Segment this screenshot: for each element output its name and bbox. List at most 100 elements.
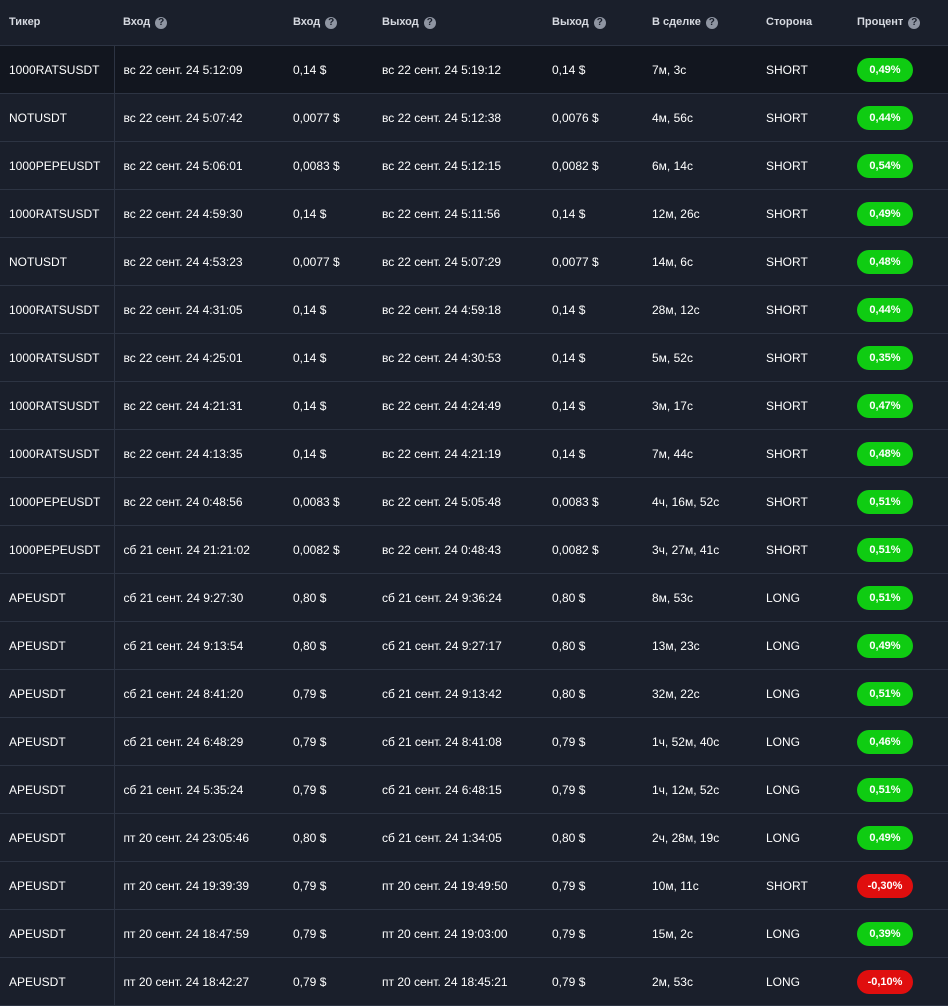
table-row[interactable]: APEUSDT пт 20 сент. 24 23:05:46 0,80 $ с… (0, 813, 948, 862)
entry-time-cell: вс 22 сент. 24 4:13:35 (114, 429, 284, 478)
entry-price-cell: 0,14 $ (284, 381, 373, 430)
table-row[interactable]: 1000RATSUSDT вс 22 сент. 24 4:25:01 0,14… (0, 333, 948, 382)
ticker-cell: NOTUSDT (0, 237, 115, 286)
side-cell: SHORT (757, 189, 848, 238)
duration-cell: 5м, 52с (643, 333, 757, 382)
percent-badge: -0,30% (857, 873, 913, 898)
table-row[interactable]: 1000RATSUSDT вс 22 сент. 24 4:13:35 0,14… (0, 429, 948, 478)
help-icon[interactable]: ? (908, 16, 921, 29)
entry-time-cell: вс 22 сент. 24 4:21:31 (114, 381, 284, 430)
entry-price-cell: 0,79 $ (284, 957, 373, 1006)
duration-cell: 2м, 53с (643, 957, 757, 1006)
help-icon[interactable]: ? (593, 16, 606, 29)
entry-price-cell: 0,79 $ (284, 669, 373, 718)
table-row[interactable]: APEUSDT сб 21 сент. 24 9:13:54 0,80 $ сб… (0, 621, 948, 670)
exit-price-cell: 0,0082 $ (543, 525, 643, 574)
table-row[interactable]: 1000RATSUSDT вс 22 сент. 24 4:31:05 0,14… (0, 285, 948, 334)
duration-cell: 2ч, 28м, 19с (643, 813, 757, 862)
side-cell: SHORT (757, 45, 848, 94)
entry-time-cell: вс 22 сент. 24 0:48:56 (114, 477, 284, 526)
table-row[interactable]: 1000PEPEUSDT вс 22 сент. 24 0:48:56 0,00… (0, 477, 948, 526)
duration-cell: 6м, 14с (643, 141, 757, 190)
table-row[interactable]: APEUSDT сб 21 сент. 24 8:41:20 0,79 $ сб… (0, 669, 948, 718)
entry-price-cell: 0,80 $ (284, 621, 373, 670)
exit-time-cell: сб 21 сент. 24 9:27:17 (373, 621, 543, 670)
column-header-percent-label: Процент (857, 16, 904, 29)
percent-cell: -0,10% (848, 957, 948, 1006)
exit-price-cell: 0,14 $ (543, 429, 643, 478)
percent-cell: 0,51% (848, 477, 948, 526)
percent-cell: 0,51% (848, 573, 948, 622)
help-icon[interactable]: ? (705, 16, 718, 29)
exit-price-cell: 0,14 $ (543, 189, 643, 238)
entry-price-cell: 0,0077 $ (284, 237, 373, 286)
help-icon[interactable]: ? (423, 16, 436, 29)
column-header-percent[interactable]: Процент? (848, 0, 948, 46)
column-header-side[interactable]: Сторона (757, 0, 848, 46)
ticker-cell: 1000PEPEUSDT (0, 525, 115, 574)
entry-time-cell: вс 22 сент. 24 5:07:42 (114, 93, 284, 142)
percent-cell: 0,49% (848, 621, 948, 670)
trades-table: Тикер Вход? Вход? Выход? Выход? В сделке… (0, 0, 948, 1006)
entry-time-cell: сб 21 сент. 24 8:41:20 (114, 669, 284, 718)
table-row[interactable]: 1000PEPEUSDT вс 22 сент. 24 5:06:01 0,00… (0, 141, 948, 190)
table-row[interactable]: NOTUSDT вс 22 сент. 24 4:53:23 0,0077 $ … (0, 237, 948, 286)
column-header-entry-time-label: Вход (123, 16, 151, 29)
table-row[interactable]: APEUSDT сб 21 сент. 24 9:27:30 0,80 $ сб… (0, 573, 948, 622)
table-row[interactable]: 1000RATSUSDT вс 22 сент. 24 4:21:31 0,14… (0, 381, 948, 430)
side-cell: SHORT (757, 477, 848, 526)
exit-price-cell: 0,79 $ (543, 909, 643, 958)
table-row[interactable]: 1000PEPEUSDT сб 21 сент. 24 21:21:02 0,0… (0, 525, 948, 574)
percent-badge: 0,51% (857, 777, 913, 802)
table-row[interactable]: APEUSDT сб 21 сент. 24 6:48:29 0,79 $ сб… (0, 717, 948, 766)
percent-badge: 0,47% (857, 393, 913, 418)
column-header-exit-time[interactable]: Выход? (373, 0, 543, 46)
duration-cell: 7м, 44с (643, 429, 757, 478)
exit-price-cell: 0,80 $ (543, 621, 643, 670)
percent-badge: 0,48% (857, 249, 913, 274)
column-header-ticker-label: Тикер (9, 16, 41, 29)
table-row[interactable]: 1000RATSUSDT вс 22 сент. 24 5:12:09 0,14… (0, 45, 948, 94)
percent-cell: 0,44% (848, 93, 948, 142)
percent-cell: 0,49% (848, 189, 948, 238)
exit-time-cell: пт 20 сент. 24 19:03:00 (373, 909, 543, 958)
side-cell: SHORT (757, 237, 848, 286)
entry-price-cell: 0,14 $ (284, 45, 373, 94)
entry-time-cell: вс 22 сент. 24 4:25:01 (114, 333, 284, 382)
entry-time-cell: вс 22 сент. 24 5:12:09 (114, 45, 284, 94)
column-header-entry-time[interactable]: Вход? (114, 0, 284, 46)
percent-badge: 0,51% (857, 681, 913, 706)
duration-cell: 12м, 26с (643, 189, 757, 238)
ticker-cell: 1000RATSUSDT (0, 333, 115, 382)
column-header-ticker[interactable]: Тикер (0, 0, 114, 46)
side-cell: SHORT (757, 333, 848, 382)
help-icon[interactable]: ? (325, 16, 338, 29)
table-row[interactable]: 1000RATSUSDT вс 22 сент. 24 4:59:30 0,14… (0, 189, 948, 238)
table-row[interactable]: APEUSDT пт 20 сент. 24 19:39:39 0,79 $ п… (0, 861, 948, 910)
entry-time-cell: сб 21 сент. 24 5:35:24 (114, 765, 284, 814)
entry-price-cell: 0,79 $ (284, 909, 373, 958)
column-header-exit-price[interactable]: Выход? (543, 0, 643, 46)
exit-time-cell: вс 22 сент. 24 5:12:38 (373, 93, 543, 142)
entry-time-cell: вс 22 сент. 24 4:59:30 (114, 189, 284, 238)
column-header-entry-price[interactable]: Вход? (284, 0, 373, 46)
percent-cell: 0,49% (848, 813, 948, 862)
exit-price-cell: 0,79 $ (543, 765, 643, 814)
table-row[interactable]: APEUSDT сб 21 сент. 24 5:35:24 0,79 $ сб… (0, 765, 948, 814)
table-row[interactable]: NOTUSDT вс 22 сент. 24 5:07:42 0,0077 $ … (0, 93, 948, 142)
duration-cell: 32м, 22с (643, 669, 757, 718)
header-row: Тикер Вход? Вход? Выход? Выход? В сделке… (0, 0, 948, 46)
percent-cell: 0,46% (848, 717, 948, 766)
percent-cell: 0,51% (848, 765, 948, 814)
percent-badge: 0,35% (857, 345, 913, 370)
exit-time-cell: сб 21 сент. 24 6:48:15 (373, 765, 543, 814)
entry-price-cell: 0,79 $ (284, 765, 373, 814)
table-row[interactable]: APEUSDT пт 20 сент. 24 18:42:27 0,79 $ п… (0, 957, 948, 1006)
duration-cell: 3ч, 27м, 41с (643, 525, 757, 574)
entry-price-cell: 0,0083 $ (284, 477, 373, 526)
side-cell: SHORT (757, 285, 848, 334)
help-icon[interactable]: ? (155, 16, 168, 29)
percent-cell: 0,47% (848, 381, 948, 430)
table-row[interactable]: APEUSDT пт 20 сент. 24 18:47:59 0,79 $ п… (0, 909, 948, 958)
column-header-duration[interactable]: В сделке? (643, 0, 757, 46)
